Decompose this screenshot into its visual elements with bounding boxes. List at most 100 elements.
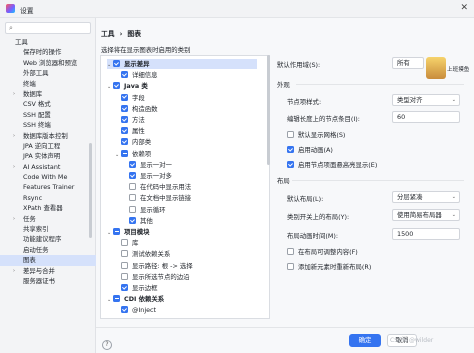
sidebar-item[interactable]: › 任务 — [0, 214, 96, 224]
category-row[interactable]: ⌄ 显示差异 — [107, 59, 257, 69]
sidebar-item[interactable]: › 差异与合并 — [0, 266, 96, 276]
ok-button[interactable]: 确定 — [349, 334, 381, 347]
sidebar-item[interactable]: › 数据库 — [0, 89, 96, 99]
category-row[interactable]: 库 — [115, 238, 138, 248]
category-row[interactable]: 显示循环 — [123, 205, 166, 215]
default-layout-dropdown[interactable]: 分层紧凑 ⌄ — [392, 191, 460, 203]
category-checkbox[interactable] — [121, 93, 128, 101]
highlight-label: 启用节点项面悬高亮显示(E) — [298, 161, 378, 169]
sidebar-item[interactable]: Code With Me — [0, 172, 96, 182]
enable-anim-checkbox[interactable]: 启用动画(A) — [287, 145, 333, 154]
category-row[interactable]: 其他 — [123, 216, 153, 226]
category-checkbox[interactable] — [121, 71, 128, 79]
watermark: CSDN @wilder — [390, 337, 434, 344]
category-checkbox[interactable] — [121, 138, 128, 146]
switch-layout-value: 使用简易布局器 — [397, 211, 442, 219]
category-checkbox[interactable] — [121, 116, 128, 123]
sidebar-item[interactable]: 共享索引 — [0, 224, 96, 234]
category-row[interactable]: 字段 — [115, 93, 145, 103]
category-row[interactable]: ⌄ 依赖项 — [115, 149, 151, 159]
category-checkbox[interactable] — [121, 284, 128, 291]
category-row[interactable]: 构造函数 — [115, 104, 158, 114]
category-row[interactable]: 显示一对一 — [123, 160, 172, 170]
layout-divider — [292, 180, 464, 181]
sidebar-scrollbar[interactable] — [89, 143, 92, 238]
category-row[interactable]: 内部类 — [115, 137, 151, 147]
layout-on-change-checkbox[interactable]: 在布局可调整内容(F) — [287, 247, 358, 256]
search-box[interactable]: ⌕ — [5, 22, 91, 34]
sidebar-item[interactable]: 工具 — [0, 37, 96, 47]
category-row[interactable]: 在文档中显示链接 — [123, 193, 191, 203]
category-row[interactable]: 属性 — [115, 126, 145, 136]
category-row[interactable]: 显示边框 — [115, 283, 158, 293]
node-label-length-input[interactable]: 60 — [392, 111, 460, 123]
category-row[interactable]: 详细信息 — [115, 70, 158, 80]
anim-duration-input[interactable]: 1500 — [392, 228, 460, 240]
category-checkbox[interactable] — [129, 160, 136, 168]
chevron-right-icon[interactable]: › — [13, 131, 15, 141]
category-checkbox[interactable] — [129, 205, 136, 213]
sidebar-item[interactable]: XPath 查看器 — [0, 203, 96, 213]
sidebar-item[interactable]: 图表 — [0, 255, 96, 266]
category-label: 显示差异 — [124, 60, 150, 68]
category-checkbox[interactable] — [121, 250, 128, 258]
chevron-right-icon[interactable]: › — [13, 162, 15, 172]
relayout-new-checkbox[interactable]: 添加新元素时重新布局(R) — [287, 262, 371, 271]
category-checkbox[interactable] — [121, 239, 128, 247]
category-checkbox[interactable] — [121, 261, 128, 269]
highlight-checkbox[interactable]: 启用节点项面悬高亮显示(E) — [287, 160, 377, 169]
category-checkbox[interactable] — [129, 183, 136, 191]
category-checkbox[interactable] — [121, 104, 128, 112]
sidebar-item[interactable]: 外部工具 — [0, 68, 96, 78]
category-row[interactable]: ⌄ 项目模块 — [107, 227, 150, 237]
sidebar-item[interactable]: JPA 实体声明 — [0, 151, 96, 161]
sidebar-item[interactable]: Features Trainer — [0, 182, 96, 192]
close-icon[interactable]: ✕ — [460, 3, 468, 13]
category-row[interactable]: 显示路径: 根 -> 选择 — [115, 261, 193, 271]
breadcrumb-parent[interactable]: 工具 — [101, 30, 115, 38]
search-input[interactable] — [18, 24, 88, 30]
category-checkbox[interactable] — [113, 82, 120, 90]
category-checkbox[interactable] — [129, 194, 136, 202]
sidebar-item[interactable]: 保存时的操作 — [0, 47, 96, 57]
category-checkbox[interactable] — [121, 127, 128, 135]
sidebar-item[interactable]: 终端 — [0, 79, 96, 89]
category-row[interactable]: ⌄ Java 类 — [107, 81, 148, 91]
sidebar-item[interactable]: Web 浏览器和预览 — [0, 58, 96, 68]
sidebar-item-label: 图表 — [23, 256, 36, 265]
category-row[interactable]: 测试依赖关系 — [115, 249, 170, 259]
sidebar-item[interactable]: SSH 终端 — [0, 120, 96, 130]
sidebar-item[interactable]: CSV 格式 — [0, 99, 96, 109]
category-row[interactable]: 方法 — [115, 115, 145, 125]
default-scope-dropdown[interactable]: 所有 — [392, 57, 424, 69]
sidebar-item[interactable]: › 数据库版本控制 — [0, 131, 96, 141]
sidebar-item[interactable]: SSH 配置 — [0, 110, 96, 120]
help-icon[interactable]: ? — [102, 340, 112, 350]
sidebar-item[interactable]: 启动任务 — [0, 245, 96, 255]
tree-scrollbar[interactable] — [267, 55, 270, 165]
category-checkbox[interactable] — [121, 272, 128, 280]
category-checkbox[interactable] — [113, 60, 120, 67]
chevron-right-icon[interactable]: › — [13, 89, 15, 99]
switch-layout-dropdown[interactable]: 使用简易布局器 ⌄ — [392, 209, 460, 221]
chevron-right-icon[interactable]: › — [13, 214, 15, 224]
category-checkbox[interactable] — [121, 306, 128, 314]
chevron-right-icon[interactable]: › — [13, 266, 15, 276]
category-checkbox[interactable] — [113, 228, 120, 235]
sidebar-item[interactable]: 功能建议程序 — [0, 234, 96, 244]
category-checkbox[interactable] — [129, 216, 136, 224]
category-checkbox[interactable] — [129, 172, 136, 179]
category-checkbox[interactable] — [113, 295, 120, 303]
node-layout-dropdown[interactable]: 类型对齐 ⌄ — [392, 94, 460, 106]
sidebar-item[interactable]: Rsync — [0, 193, 96, 203]
category-row[interactable]: @Inject — [115, 305, 156, 315]
sidebar-item[interactable]: › AI Assistant — [0, 162, 96, 172]
category-row[interactable]: 显示所选节点的边沿 — [115, 272, 190, 282]
sidebar-item[interactable]: JPA 逆向工程 — [0, 141, 96, 151]
show-grid-checkbox[interactable]: 默认显示网格(S) — [287, 130, 345, 139]
category-row[interactable]: 在代码中显示用法 — [123, 182, 191, 192]
category-row[interactable]: ⌄ CDI 依赖关系 — [107, 294, 164, 304]
category-checkbox[interactable] — [121, 149, 128, 157]
sidebar-item[interactable]: 服务器证书 — [0, 276, 96, 286]
category-row[interactable]: 显示一对多 — [123, 171, 172, 181]
